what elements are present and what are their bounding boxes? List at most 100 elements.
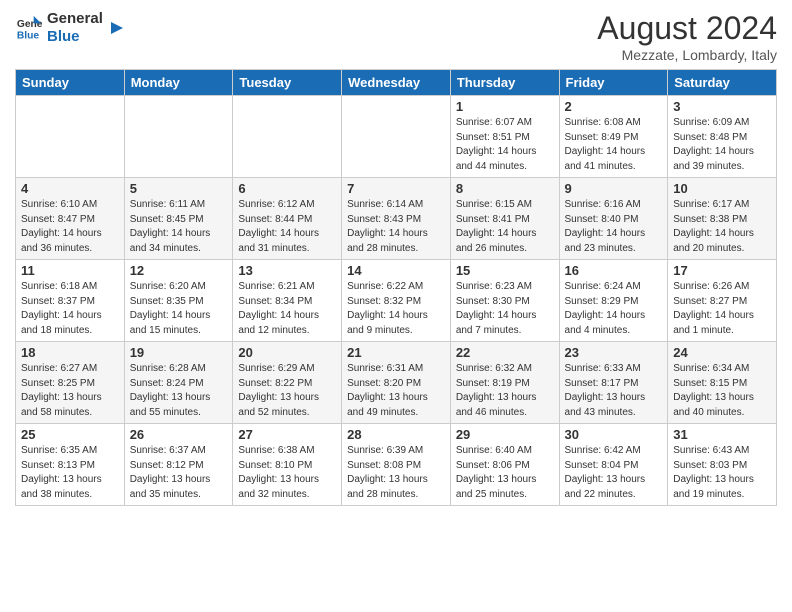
calendar-cell: 11 Sunrise: 6:18 AM Sunset: 8:37 PM Dayli… — [16, 260, 125, 342]
day-info: Sunrise: 6:14 AM Sunset: 8:43 PM Dayligh… — [347, 198, 445, 256]
calendar-cell: 14Sunrise: 6:22 AM Sunset: 8:32 PM Dayli… — [342, 260, 451, 342]
day-number: 18 — [21, 345, 119, 360]
day-number: 16 — [565, 263, 663, 278]
month-year-title: August 2024 — [597, 10, 777, 47]
day-number: 12 — [130, 263, 228, 278]
calendar-cell: 27 Sunrise: 6:38 AM Sunset: 8:10 PM Dayli… — [233, 424, 342, 506]
col-sunday: Sunday — [16, 70, 125, 96]
col-monday: Monday — [124, 70, 233, 96]
calendar-week-row-2: 11 Sunrise: 6:18 AM Sunset: 8:37 PM Dayli… — [16, 260, 777, 342]
day-number: 7 — [347, 181, 445, 196]
calendar-week-row-3: 18 Sunrise: 6:27 AM Sunset: 8:25 PM Dayli… — [16, 342, 777, 424]
day-number: 23 — [565, 345, 663, 360]
day-number: 2 — [565, 99, 663, 114]
day-number: 31 — [673, 427, 771, 442]
calendar-cell: 8Sunrise: 6:15 AM Sunset: 8:41 PM Daylig… — [450, 178, 559, 260]
day-number: 1 — [456, 99, 554, 114]
calendar-cell: 10 Sunrise: 6:17 AM Sunset: 8:38 PM Dayli… — [668, 178, 777, 260]
day-number: 26 — [130, 427, 228, 442]
day-info: Sunrise: 6:11 AM Sunset: 8:45 PM Dayligh… — [130, 198, 228, 256]
day-number: 29 — [456, 427, 554, 442]
day-info: Sunrise: 6:27 AM Sunset: 8:25 PM Dayligh… — [21, 362, 119, 420]
logo: General Blue General Blue — [15, 10, 127, 46]
day-info: Sunrise: 6:29 AM Sunset: 8:22 PM Dayligh… — [238, 362, 336, 420]
col-thursday: Thursday — [450, 70, 559, 96]
day-info: Sunrise: 6:31 AM Sunset: 8:20 PM Dayligh… — [347, 362, 445, 420]
day-info: Sunrise: 6:08 AM Sunset: 8:49 PM Dayligh… — [565, 116, 663, 174]
calendar-cell: 30 Sunrise: 6:42 AM Sunset: 8:04 PM Dayli… — [559, 424, 668, 506]
day-number: 22 — [456, 345, 554, 360]
day-info: Sunrise: 6:33 AM Sunset: 8:17 PM Dayligh… — [565, 362, 663, 420]
calendar-cell — [233, 96, 342, 178]
calendar-cell: 9 Sunrise: 6:16 AM Sunset: 8:40 PM Daylig… — [559, 178, 668, 260]
svg-text:General: General — [17, 19, 43, 30]
calendar-week-row-4: 25Sunrise: 6:35 AM Sunset: 8:13 PM Dayli… — [16, 424, 777, 506]
day-info: Sunrise: 6:17 AM Sunset: 8:38 PM Dayligh… — [673, 198, 771, 256]
day-number: 21 — [347, 345, 445, 360]
day-number: 9 — [565, 181, 663, 196]
calendar-week-row-0: 1Sunrise: 6:07 AM Sunset: 8:51 PM Daylig… — [16, 96, 777, 178]
col-wednesday: Wednesday — [342, 70, 451, 96]
calendar-cell: 19Sunrise: 6:28 AM Sunset: 8:24 PM Dayli… — [124, 342, 233, 424]
day-info: Sunrise: 6:24 AM Sunset: 8:29 PM Dayligh… — [565, 280, 663, 338]
calendar-cell: 29 Sunrise: 6:40 AM Sunset: 8:06 PM Dayli… — [450, 424, 559, 506]
calendar-cell: 5 Sunrise: 6:11 AM Sunset: 8:45 PM Daylig… — [124, 178, 233, 260]
day-info: Sunrise: 6:42 AM Sunset: 8:04 PM Dayligh… — [565, 444, 663, 502]
calendar-cell: 12 Sunrise: 6:20 AM Sunset: 8:35 PM Dayli… — [124, 260, 233, 342]
calendar-week-row-1: 4 Sunrise: 6:10 AM Sunset: 8:47 PM Daylig… — [16, 178, 777, 260]
day-info: Sunrise: 6:10 AM Sunset: 8:47 PM Dayligh… — [21, 198, 119, 256]
page: General Blue General Blue August 2024 Me… — [0, 0, 792, 612]
calendar-cell: 23 Sunrise: 6:33 AM Sunset: 8:17 PM Dayli… — [559, 342, 668, 424]
calendar-cell: 1Sunrise: 6:07 AM Sunset: 8:51 PM Daylig… — [450, 96, 559, 178]
col-tuesday: Tuesday — [233, 70, 342, 96]
day-number: 4 — [21, 181, 119, 196]
day-info: Sunrise: 6:32 AM Sunset: 8:19 PM Dayligh… — [456, 362, 554, 420]
calendar-cell: 13Sunrise: 6:21 AM Sunset: 8:34 PM Dayli… — [233, 260, 342, 342]
day-number: 8 — [456, 181, 554, 196]
day-info: Sunrise: 6:09 AM Sunset: 8:48 PM Dayligh… — [673, 116, 771, 174]
logo-icon: General Blue — [15, 14, 43, 42]
day-number: 5 — [130, 181, 228, 196]
calendar-cell: 26 Sunrise: 6:37 AM Sunset: 8:12 PM Dayli… — [124, 424, 233, 506]
day-info: Sunrise: 6:20 AM Sunset: 8:35 PM Dayligh… — [130, 280, 228, 338]
calendar-cell: 3Sunrise: 6:09 AM Sunset: 8:48 PM Daylig… — [668, 96, 777, 178]
day-info: Sunrise: 6:26 AM Sunset: 8:27 PM Dayligh… — [673, 280, 771, 338]
calendar-cell: 15Sunrise: 6:23 AM Sunset: 8:30 PM Dayli… — [450, 260, 559, 342]
calendar-cell — [16, 96, 125, 178]
day-number: 13 — [238, 263, 336, 278]
logo-text: General — [47, 10, 103, 28]
logo-arrow-icon — [107, 18, 127, 38]
day-number: 28 — [347, 427, 445, 442]
day-info: Sunrise: 6:22 AM Sunset: 8:32 PM Dayligh… — [347, 280, 445, 338]
day-info: Sunrise: 6:34 AM Sunset: 8:15 PM Dayligh… — [673, 362, 771, 420]
day-number: 11 — [21, 263, 119, 278]
day-info: Sunrise: 6:39 AM Sunset: 8:08 PM Dayligh… — [347, 444, 445, 502]
calendar-cell — [342, 96, 451, 178]
day-info: Sunrise: 6:16 AM Sunset: 8:40 PM Dayligh… — [565, 198, 663, 256]
day-number: 10 — [673, 181, 771, 196]
calendar-cell: 17Sunrise: 6:26 AM Sunset: 8:27 PM Dayli… — [668, 260, 777, 342]
calendar-header-row: Sunday Monday Tuesday Wednesday Thursday… — [16, 70, 777, 96]
calendar-cell: 21 Sunrise: 6:31 AM Sunset: 8:20 PM Dayli… — [342, 342, 451, 424]
svg-text:Blue: Blue — [17, 30, 40, 41]
calendar-cell: 24Sunrise: 6:34 AM Sunset: 8:15 PM Dayli… — [668, 342, 777, 424]
day-number: 27 — [238, 427, 336, 442]
day-number: 19 — [130, 345, 228, 360]
day-info: Sunrise: 6:18 AM Sunset: 8:37 PM Dayligh… — [21, 280, 119, 338]
calendar-cell: 16 Sunrise: 6:24 AM Sunset: 8:29 PM Dayli… — [559, 260, 668, 342]
day-info: Sunrise: 6:12 AM Sunset: 8:44 PM Dayligh… — [238, 198, 336, 256]
calendar-cell — [124, 96, 233, 178]
calendar-table: Sunday Monday Tuesday Wednesday Thursday… — [15, 69, 777, 506]
calendar-cell: 25Sunrise: 6:35 AM Sunset: 8:13 PM Dayli… — [16, 424, 125, 506]
day-number: 30 — [565, 427, 663, 442]
day-info: Sunrise: 6:38 AM Sunset: 8:10 PM Dayligh… — [238, 444, 336, 502]
day-info: Sunrise: 6:40 AM Sunset: 8:06 PM Dayligh… — [456, 444, 554, 502]
day-number: 20 — [238, 345, 336, 360]
calendar-cell: 31Sunrise: 6:43 AM Sunset: 8:03 PM Dayli… — [668, 424, 777, 506]
col-friday: Friday — [559, 70, 668, 96]
header: General Blue General Blue August 2024 Me… — [15, 10, 777, 63]
logo-blue: Blue — [47, 28, 103, 46]
day-info: Sunrise: 6:37 AM Sunset: 8:12 PM Dayligh… — [130, 444, 228, 502]
day-info: Sunrise: 6:23 AM Sunset: 8:30 PM Dayligh… — [456, 280, 554, 338]
title-section: August 2024 Mezzate, Lombardy, Italy — [597, 10, 777, 63]
